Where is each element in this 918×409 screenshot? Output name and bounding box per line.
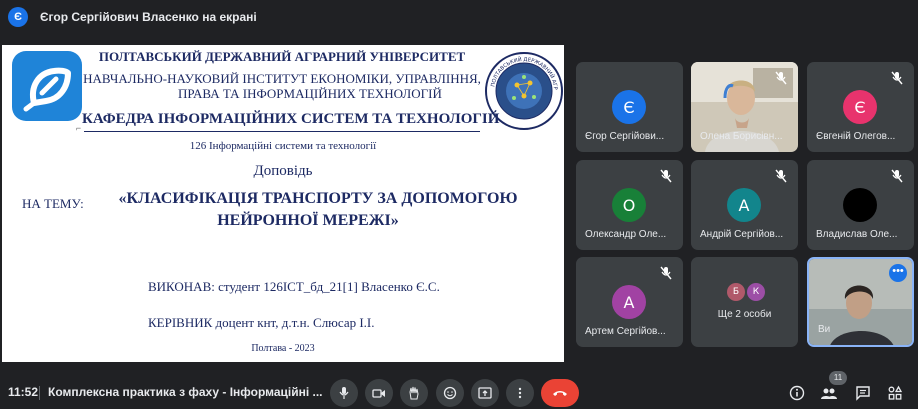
participant-avatar: О <box>612 188 646 222</box>
others-tile[interactable]: Б К Ще 2 особи <box>691 257 798 347</box>
presenter-chip: Є Єгор Сергійович Власенко на екрані <box>8 6 257 28</box>
more-options-icon[interactable]: ••• <box>889 264 907 282</box>
mic-off-icon <box>775 71 787 85</box>
department-underline <box>84 131 480 132</box>
more-options-icon <box>518 387 522 399</box>
specialty: 126 Інформаційні системи та технології <box>189 140 377 152</box>
chat-button[interactable] <box>852 382 874 404</box>
participant-name: Єгор Сергійови... <box>585 131 665 142</box>
participant-tile[interactable]: Олена Борисівн... <box>691 62 798 152</box>
mic-off-icon <box>660 169 672 183</box>
mic-off-icon <box>891 169 903 183</box>
presenter-label: Єгор Сергійович Власенко на екрані <box>40 10 257 24</box>
mic-off-icon <box>775 169 787 183</box>
end-call-button[interactable] <box>541 379 579 407</box>
top-bar: Є Єгор Сергійович Власенко на екрані <box>0 0 918 34</box>
participant-avatar: А <box>612 285 646 319</box>
activities-icon <box>888 385 903 400</box>
theme-title-line-2: НЕЙРОННОЇ МЕРЕЖІ» <box>217 212 399 229</box>
presenter-avatar: Є <box>8 7 28 27</box>
others-avatar: К <box>747 283 765 301</box>
mic-off-icon <box>891 71 903 85</box>
participant-tile[interactable]: А Андрій Сергійов... <box>691 160 798 250</box>
participant-name: Андрій Сергійов... <box>700 229 784 240</box>
emoji-button[interactable] <box>436 379 464 407</box>
participant-avatar: Є <box>843 90 877 124</box>
info-button[interactable] <box>786 382 808 404</box>
participant-avatar: Є <box>612 90 646 124</box>
participant-tile[interactable]: Є Євгеній Олегов... <box>807 62 914 152</box>
participant-name: Олександр Оле... <box>585 229 667 240</box>
people-count-badge: 11 <box>829 371 847 385</box>
more-options-button[interactable] <box>506 379 534 407</box>
clock: 11:52 <box>8 385 39 399</box>
meeting-title: Комплексна практика з фаху - Інформаційн… <box>48 385 323 399</box>
camera-button[interactable] <box>365 379 393 407</box>
present-button[interactable] <box>471 379 499 407</box>
people-button[interactable] <box>818 382 840 404</box>
department-name: КАФЕДРА ІНФОРМАЦІЙНИХ СИСТЕМ ТА ТЕХНОЛОГ… <box>82 111 500 127</box>
people-icon <box>821 388 837 399</box>
activities-button[interactable] <box>884 382 906 404</box>
participant-avatar: А <box>727 188 761 222</box>
author-line: ВИКОНАВ: студент 126ІСТ_бд_21[1] Власенк… <box>148 279 440 294</box>
institute-line-1: НАВЧАЛЬНО-НАУКОВИЙ ІНСТИТУТ ЕКОНОМІКИ, У… <box>83 71 481 86</box>
institute-line-2-text: ПРАВА ТА ІНФОРМАЦІЙНИХ ТЕХНОЛОГІЙ <box>178 86 442 101</box>
theme-title-line-1: «КЛАСИФІКАЦІЯ ТРАНСПОРТУ ЗА ДОПОМОГОЮ <box>118 190 518 207</box>
participant-tile[interactable]: Є Єгор Сергійови... <box>576 62 683 152</box>
mic-icon <box>339 387 349 399</box>
camera-icon <box>372 389 385 398</box>
institute-line-2: ПРАВА ТА ІНФОРМАЦІЙНИХ ТЕХНОЛОГІЙ <box>2 86 482 102</box>
participant-name: Владислав Оле... <box>816 229 898 240</box>
participant-name: Євгеній Олегов... <box>816 131 896 142</box>
raise-hand-icon <box>409 386 419 400</box>
participant-name: Артем Сергійов... <box>585 326 666 337</box>
participant-tile[interactable]: А Артем Сергійов... <box>576 257 683 347</box>
mic-off-icon <box>660 266 672 280</box>
others-avatars: Б К <box>727 283 765 301</box>
shared-presentation-slide: ПОЛТАВСЬКИЙ ДЕРЖАВНИЙ АГРАРНИЙ УНІВЕРСИТ… <box>2 45 564 362</box>
participant-tile[interactable]: Владислав Оле... <box>807 160 914 250</box>
participant-name: Ви <box>818 324 831 335</box>
raise-hand-button[interactable] <box>400 379 428 407</box>
participant-avatar <box>843 188 877 222</box>
present-icon <box>478 387 492 399</box>
supervisor-line: КЕРІВНИК доцент кнт, д.т.н. Слюсар І.І. <box>148 315 375 330</box>
university-name: ПОЛТАВСЬКИЙ ДЕРЖАВНИЙ АГРАРНИЙ УНІВЕРСИТ… <box>98 49 466 64</box>
participant-name: Олена Борисівн... <box>700 131 783 142</box>
mouse-cursor-icon: ⌐ <box>76 123 82 133</box>
mic-button[interactable] <box>330 379 358 407</box>
report-heading: Доповідь <box>253 163 313 179</box>
others-avatar: Б <box>727 283 745 301</box>
bottom-bar: 11:52 Комплексна практика з фаху - Інфор… <box>0 376 918 409</box>
city-year: Полтава - 2023 <box>251 343 315 354</box>
others-label: Ще 2 особи <box>717 309 772 320</box>
end-call-icon <box>553 391 567 396</box>
emoji-icon <box>443 386 457 400</box>
info-icon <box>789 385 805 401</box>
chat-icon <box>856 386 870 401</box>
self-tile[interactable]: ••• Ви <box>807 257 914 347</box>
participant-tile[interactable]: О Олександр Оле... <box>576 160 683 250</box>
divider <box>39 386 40 400</box>
